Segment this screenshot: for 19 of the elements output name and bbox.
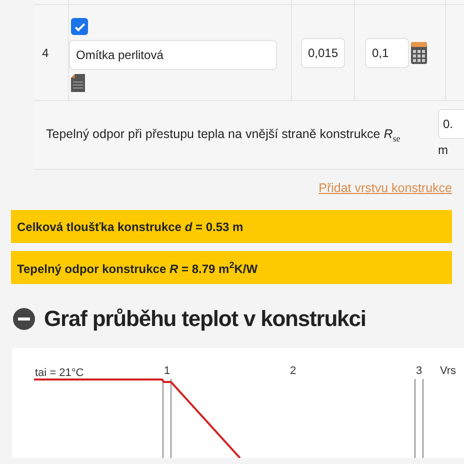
result-banner: Celková tloušťka konstrukce d = 0.53 m — [11, 210, 452, 243]
surface-resistance-label: Tepelný odpor při přestupu tepla na vnější straně konstrukce R$_{se}$ — [46, 126, 400, 144]
layer-number: 4 — [42, 46, 49, 60]
unit-label: m — [438, 143, 449, 157]
conductivity-field[interactable]: 0,1 — [365, 38, 409, 68]
thickness-field[interactable]: 0,015 — [301, 38, 345, 68]
layer-label: Vrs — [440, 365, 456, 377]
document-icon[interactable] — [71, 74, 85, 92]
section-title: Graf průběhu teplot v konstrukci — [44, 306, 366, 332]
result-banner: Tepelný odpor konstrukce R = 8.79 m$^{2}$K/W — [11, 251, 452, 284]
layer-name-field[interactable]: Omítka perlitová — [69, 40, 277, 70]
layer-label: 1 — [164, 365, 170, 377]
checkbox[interactable] — [71, 18, 88, 35]
layer-label: 3 — [416, 365, 422, 377]
calculator-icon[interactable] — [411, 42, 427, 64]
interior-temperature-label: tai = 21°C — [35, 367, 84, 379]
layer-label: 2 — [290, 365, 296, 377]
collapse-icon[interactable] — [12, 307, 36, 331]
surface-resistance-field[interactable]: 0. — [438, 109, 464, 139]
